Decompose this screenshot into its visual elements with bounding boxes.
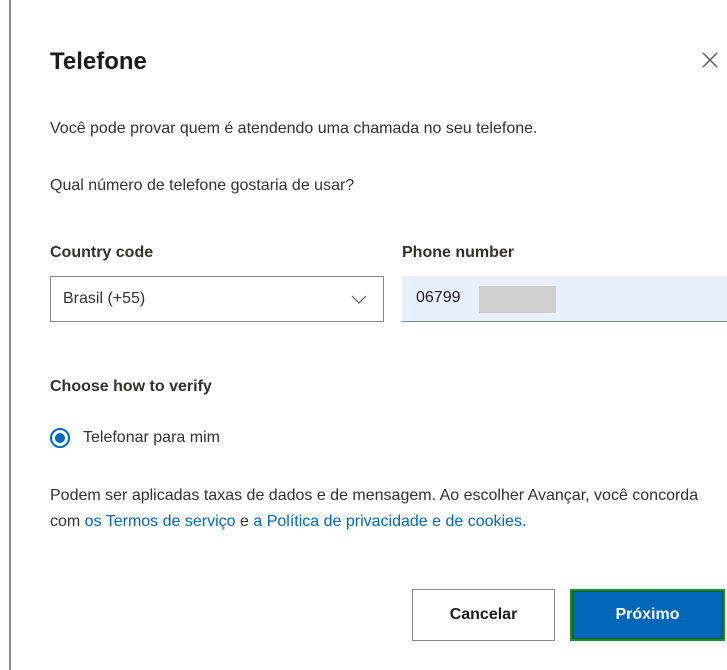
next-button[interactable]: Próximo	[570, 589, 725, 641]
country-code-label: Country code	[50, 244, 154, 261]
phone-verification-dialog: Telefone Você pode provar quem é atenden…	[50, 0, 727, 670]
close-button[interactable]	[698, 48, 722, 72]
terms-notice: Podem ser aplicadas taxas de dados e de …	[50, 483, 700, 535]
verify-option-label: Telefonar para mim	[83, 429, 220, 446]
phone-question: Qual número de telefone gostaria de usar…	[50, 177, 355, 194]
privacy-policy-link[interactable]: a Política de privacidade e de cookies	[253, 513, 522, 530]
phone-number-value: 06799	[416, 289, 461, 306]
radio-selected[interactable]	[50, 428, 70, 448]
chevron-down-icon	[351, 295, 367, 304]
dialog-title: Telefone	[50, 48, 147, 75]
window-edge-divider	[9, 0, 11, 670]
country-code-value: Brasil (+55)	[63, 290, 146, 307]
dialog-description: Você pode provar quem é atendendo uma ch…	[50, 120, 538, 137]
phone-number-label: Phone number	[402, 244, 515, 261]
terms-of-service-link[interactable]: os Termos de serviço	[85, 513, 236, 530]
close-icon	[702, 52, 718, 68]
phone-number-input[interactable]: 06799	[402, 276, 727, 322]
country-code-select[interactable]: Brasil (+55)	[50, 276, 384, 322]
terms-conjunction: e	[235, 513, 254, 530]
terms-period: .	[521, 513, 527, 530]
cancel-button[interactable]: Cancelar	[412, 589, 555, 641]
verify-method-heading: Choose how to verify	[50, 378, 212, 395]
redacted-digits	[479, 286, 556, 313]
